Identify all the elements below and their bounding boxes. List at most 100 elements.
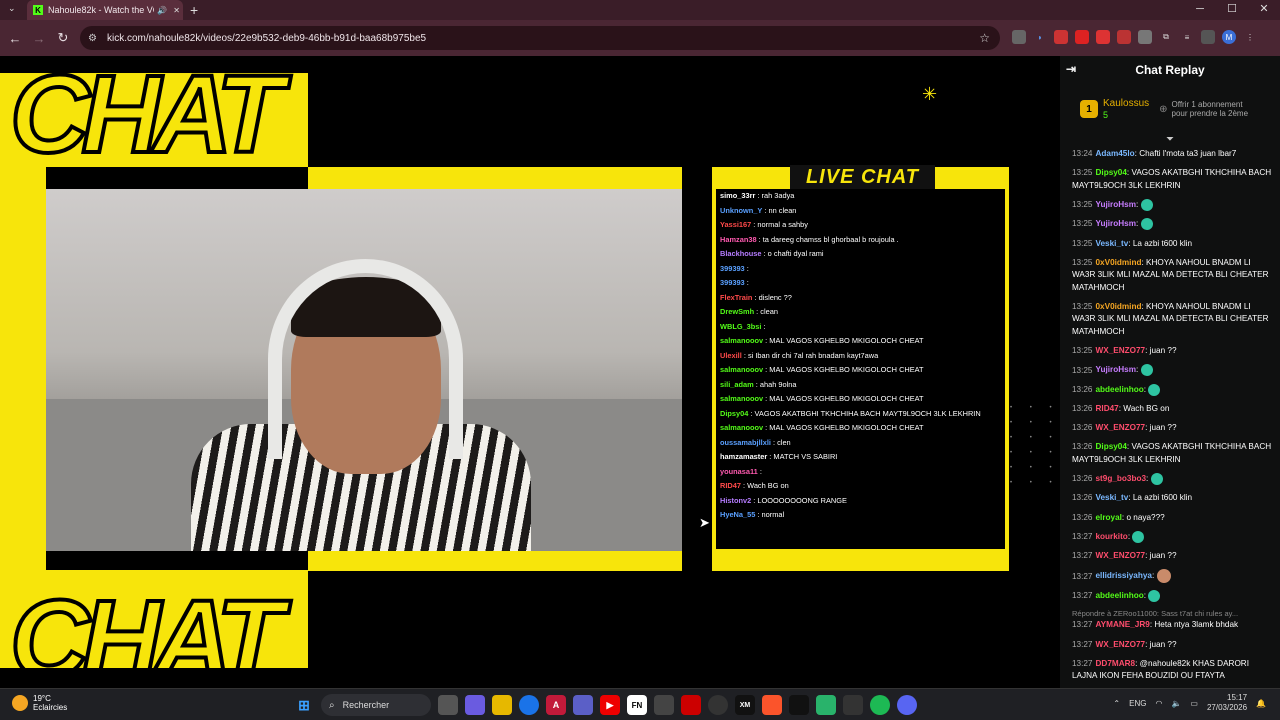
tab-search-chevron-icon[interactable]: ⌄ <box>8 3 16 14</box>
chat-username[interactable]: WX_ENZO77 <box>1096 423 1146 432</box>
chat-username[interactable]: 0xV0idmind <box>1096 302 1142 311</box>
profile-avatar[interactable]: M <box>1222 30 1236 44</box>
chat-message[interactable]: 13:27 WX_ENZO77: juan ?? <box>1072 550 1272 563</box>
chat-username[interactable]: Veski_tv <box>1096 493 1129 502</box>
gift-prompt[interactable]: Offrir 1 abonnement pour prendre la 2ème <box>1172 100 1249 118</box>
chat-message[interactable]: 13:27 WX_ENZO77: juan ?? <box>1072 639 1272 652</box>
obs-icon[interactable] <box>708 695 728 715</box>
chat-message[interactable]: 13:25 WX_ENZO77: juan ?? <box>1072 345 1272 358</box>
windows-start-icon[interactable]: ⊞ <box>294 695 314 715</box>
reading-list-icon[interactable]: ≡ <box>1180 30 1194 44</box>
chat-message[interactable]: 13:26 elroyal: o naya??? <box>1072 512 1272 525</box>
notifications-icon[interactable]: 🔔 <box>1256 699 1266 708</box>
site-info-icon[interactable]: ⚙ <box>88 33 97 44</box>
url-field[interactable]: ⚙ kick.com/nahoule82k/videos/22e9b532-de… <box>80 26 1000 50</box>
chat-username[interactable]: Dipsy04 <box>1096 442 1127 451</box>
chat-username[interactable]: WX_ENZO77 <box>1096 346 1146 355</box>
chat-message[interactable]: 13:25 Veski_tv: La azbi t600 klin <box>1072 238 1272 251</box>
chat-message[interactable]: 13:26 abdeelinhoo: <box>1072 383 1272 397</box>
app-icon[interactable] <box>654 695 674 715</box>
chat-username[interactable]: abdeelinhoo <box>1096 591 1144 600</box>
chat-username[interactable]: ellidrissiyahya <box>1096 572 1152 581</box>
extension-icon[interactable] <box>1096 30 1110 44</box>
app-icon[interactable] <box>789 695 809 715</box>
app-icon[interactable] <box>816 695 836 715</box>
fn-app-icon[interactable]: FN <box>627 695 647 715</box>
filter-icon[interactable]: ⏷ <box>1060 134 1280 146</box>
language-indicator[interactable]: ENG <box>1129 699 1146 708</box>
chat-message[interactable]: 13:27 AYMANE_JR9: Heta ntya 3lamk bhdak <box>1072 619 1272 632</box>
extension-icon[interactable] <box>1138 30 1152 44</box>
weather-widget[interactable]: 19°C Eclaircies <box>12 694 67 712</box>
app-icon[interactable]: A <box>546 695 566 715</box>
chat-message[interactable]: 13:27 DD7MAR8: @nahoule82k KHAS DARORI LA… <box>1072 658 1272 683</box>
new-tab-icon[interactable]: + <box>190 2 198 18</box>
chat-message[interactable]: 13:25 0xV0idmind: KHOYA NAHOUL BNADM LI W… <box>1072 257 1272 295</box>
extension-icon[interactable] <box>1201 30 1215 44</box>
spotify-icon[interactable] <box>870 695 890 715</box>
wifi-icon[interactable]: ◠ <box>1155 699 1162 708</box>
chat-username[interactable]: YujiroHsm <box>1096 200 1137 209</box>
app-icon[interactable] <box>843 695 863 715</box>
extension-icon[interactable] <box>1012 30 1026 44</box>
chat-message[interactable]: 13:25 YujiroHsm: <box>1072 364 1272 377</box>
tray-chevron-icon[interactable]: ⌃ <box>1113 699 1120 708</box>
chat-username[interactable]: st9g_bo3bo3 <box>1096 474 1147 483</box>
maximize-icon[interactable]: ☐ <box>1216 0 1248 18</box>
brave-icon[interactable] <box>762 695 782 715</box>
chat-message[interactable]: 13:25 YujiroHsm: <box>1072 198 1272 212</box>
chat-username[interactable]: Veski_tv <box>1096 239 1129 248</box>
chat-message[interactable]: 13:25 Dipsy04: VAGOS AKATBGHI TKHCHIHA BA… <box>1072 167 1272 192</box>
youtube-icon[interactable]: ▶ <box>600 695 620 715</box>
chat-message[interactable]: 13:26 st9g_bo3bo3: <box>1072 473 1272 486</box>
app-icon[interactable] <box>681 695 701 715</box>
teams-icon[interactable] <box>573 695 593 715</box>
chat-message[interactable]: 13:26 WX_ENZO77: juan ?? <box>1072 422 1272 435</box>
close-window-icon[interactable]: ✕ <box>1248 0 1280 18</box>
chrome-icon[interactable] <box>519 695 539 715</box>
chat-username[interactable]: WX_ENZO77 <box>1096 640 1146 649</box>
chat-message[interactable]: 13:26 RID47: Wach BG on <box>1072 403 1272 416</box>
bookmark-star-icon[interactable]: ☆ <box>979 31 990 45</box>
chat-message[interactable]: 13:27 abdeelinhoo: <box>1072 590 1272 603</box>
extension-icon[interactable] <box>1054 30 1068 44</box>
minimize-icon[interactable]: ─ <box>1184 0 1216 18</box>
chat-username[interactable]: kourkito <box>1096 532 1128 541</box>
taskbar-search[interactable]: ⌕ Rechercher <box>321 694 431 716</box>
chat-username[interactable]: YujiroHsm <box>1096 366 1137 375</box>
back-icon[interactable]: ← <box>3 31 27 46</box>
chat-message[interactable]: 13:25 0xV0idmind: KHOYA NAHOUL BNADM LI W… <box>1072 301 1272 339</box>
copilot-icon[interactable] <box>465 695 485 715</box>
extension-icon[interactable] <box>1117 30 1131 44</box>
chat-username[interactable]: elroyal <box>1096 513 1122 522</box>
browser-tab[interactable]: K Nahoule82k - Watch the VO 🔊 ✕ <box>27 0 183 20</box>
clock[interactable]: 15:17 27/03/2026 <box>1207 693 1247 713</box>
extension-icon[interactable] <box>1075 30 1089 44</box>
chat-message[interactable]: 13:27 kourkito: <box>1072 530 1272 544</box>
forward-icon[interactable]: → <box>27 31 51 46</box>
gift-leaderboard[interactable]: 1 Kaulossus 5 ⊕ Offrir 1 abonnement pour… <box>1066 88 1274 130</box>
chat-username[interactable]: 0xV0idmind <box>1096 258 1142 267</box>
chat-username[interactable]: WX_ENZO77 <box>1096 551 1146 560</box>
tab-close-icon[interactable]: ✕ <box>173 6 180 15</box>
reload-icon[interactable]: ↻ <box>51 30 75 46</box>
file-explorer-icon[interactable] <box>492 695 512 715</box>
chat-username[interactable]: abdeelinhoo <box>1096 385 1144 394</box>
xm-app-icon[interactable]: XM <box>735 695 755 715</box>
chat-message[interactable]: 13:24 Adam45lo: Chafti l'mota ta3 juan lb… <box>1072 148 1272 161</box>
chat-message[interactable]: 13:26 Veski_tv: La azbi t600 klin <box>1072 492 1272 505</box>
chat-username[interactable]: AYMANE_JR9 <box>1096 620 1150 629</box>
collapse-chat-icon[interactable]: ⇥ <box>1066 62 1076 76</box>
chat-username[interactable]: RID47 <box>1096 404 1119 413</box>
chat-message[interactable]: 13:27 ellidrissiyahya: <box>1072 569 1272 584</box>
chat-username[interactable]: Adam45lo <box>1096 149 1135 158</box>
task-view-icon[interactable] <box>438 695 458 715</box>
menu-icon[interactable]: ⋮ <box>1243 30 1257 44</box>
battery-icon[interactable]: ▭ <box>1190 699 1198 708</box>
discord-icon[interactable] <box>897 695 917 715</box>
chat-message[interactable]: 13:26 Dipsy04: VAGOS AKATBGHI TKHCHIHA BA… <box>1072 441 1272 466</box>
chat-username[interactable]: DD7MAR8 <box>1096 659 1136 668</box>
video-player[interactable]: CHAT CHAT ✳ LIVE CHAT simo_33rr : rah 3a… <box>0 56 1060 688</box>
speaker-icon[interactable]: 🔊 <box>157 6 167 15</box>
volume-icon[interactable]: 🔈 <box>1171 699 1181 708</box>
